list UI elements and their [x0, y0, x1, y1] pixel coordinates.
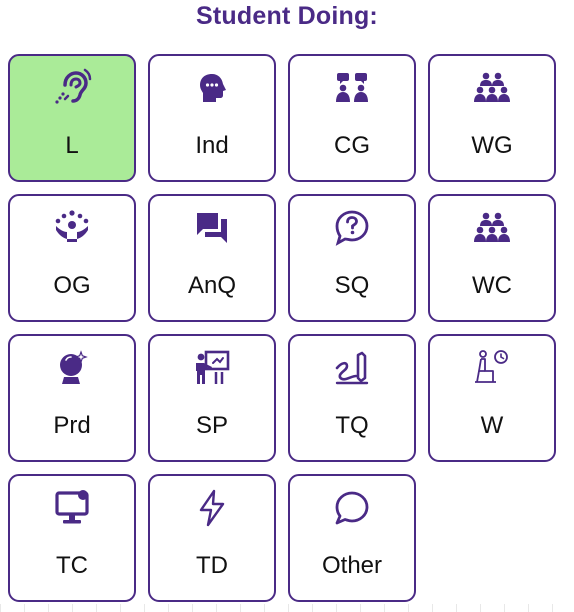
activity-grid: L Ind CG WG OG AnQ SQ WC Prd SP TQ W TC … [8, 54, 556, 602]
question-bubble-icon [335, 210, 369, 246]
tile-prd[interactable]: Prd [8, 334, 136, 462]
tile-tc[interactable]: TC [8, 474, 136, 602]
tile-sp[interactable]: SP [148, 334, 276, 462]
tile-label: TD [196, 552, 228, 579]
tile-label: Other [321, 552, 383, 579]
tile-label: TQ [335, 412, 369, 439]
tile-og[interactable]: OG [8, 194, 136, 322]
tile-label: CG [334, 132, 370, 159]
whole-group-icon [474, 72, 510, 102]
tile-label: Prd [53, 412, 91, 439]
ear-listening-icon [55, 68, 92, 104]
tile-label: SQ [334, 272, 370, 299]
tile-label: W [480, 412, 504, 439]
tile-label: WC [472, 272, 512, 299]
tile-label: TC [56, 552, 88, 579]
tile-cg[interactable]: CG [288, 54, 416, 182]
tile-label: AnQ [187, 272, 237, 299]
whole-class-icon [474, 212, 510, 242]
crystal-ball-icon [60, 350, 88, 384]
group-raising-hands-icon [55, 210, 89, 242]
pencil-writing-icon [335, 351, 369, 385]
tile-label: OG [53, 272, 91, 299]
tile-anq[interactable]: AnQ [148, 194, 276, 322]
tile-td[interactable]: TD [148, 474, 276, 602]
tile-label: SP [195, 412, 228, 439]
tile-wc[interactable]: WC [428, 194, 556, 322]
tile-w[interactable]: W [428, 334, 556, 462]
tile-sq[interactable]: SQ [288, 194, 416, 322]
background-grid [0, 604, 574, 612]
waiting-person-clock-icon [475, 350, 508, 383]
tile-ind[interactable]: Ind [148, 54, 276, 182]
computer-monitor-icon [55, 490, 89, 524]
student-presenting-icon [196, 350, 230, 384]
tile-wg[interactable]: WG [428, 54, 556, 182]
small-group-icon [336, 73, 368, 102]
head-thinking-icon [200, 74, 226, 102]
tile-other[interactable]: Other [288, 474, 416, 602]
tile-label: Ind [195, 132, 229, 159]
lightning-icon [199, 489, 225, 527]
tile-label: L [65, 132, 79, 159]
tile-label: WG [471, 132, 513, 159]
tile-l[interactable]: L [8, 54, 136, 182]
chat-bubbles-icon [197, 213, 227, 243]
speech-bubble-icon [335, 491, 369, 525]
tile-tq[interactable]: TQ [288, 334, 416, 462]
page-title: Student Doing: [196, 2, 378, 30]
